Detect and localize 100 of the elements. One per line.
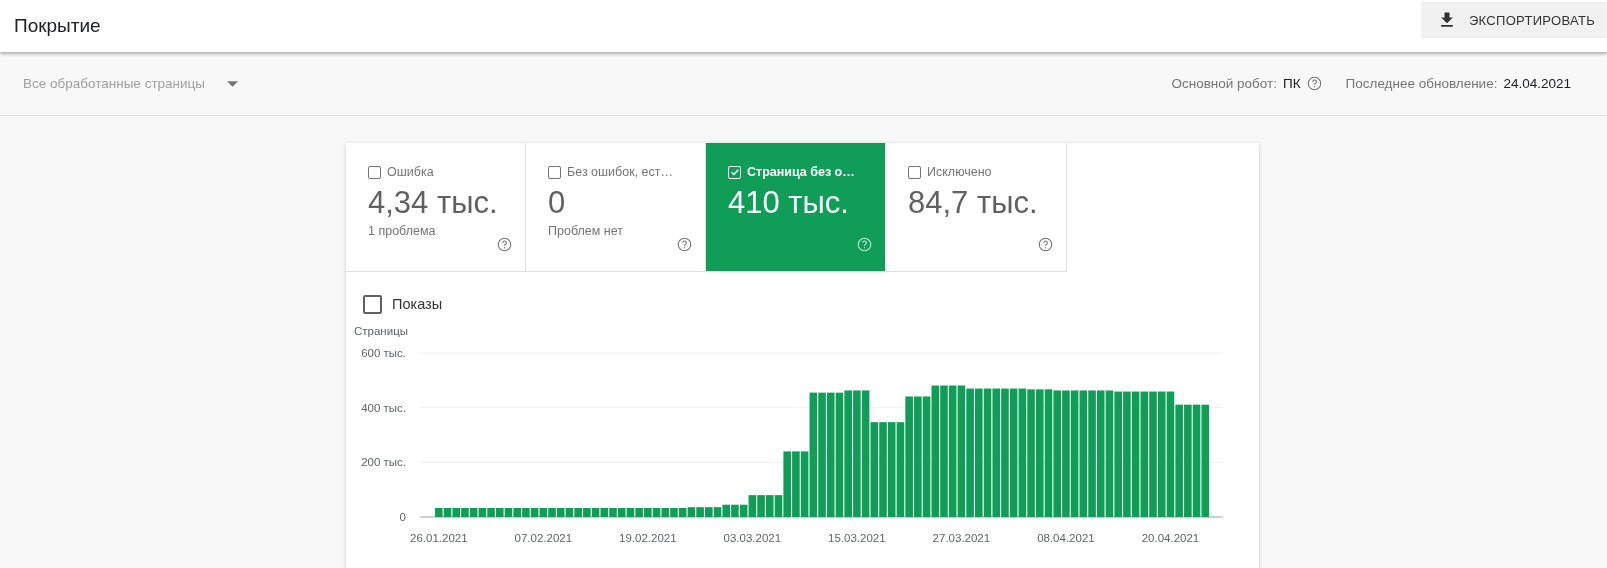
bar[interactable] — [905, 396, 913, 517]
checkbox[interactable] — [908, 165, 921, 179]
bar[interactable] — [687, 507, 696, 517]
bar[interactable] — [1175, 404, 1183, 517]
bar[interactable] — [983, 388, 992, 517]
help-icon[interactable] — [1306, 76, 1322, 91]
bar[interactable] — [870, 422, 879, 517]
bar[interactable] — [931, 385, 940, 517]
bar[interactable] — [469, 508, 478, 517]
bar[interactable] — [844, 390, 852, 517]
bar[interactable] — [1157, 391, 1166, 517]
bar[interactable] — [487, 508, 495, 517]
bar[interactable] — [1105, 390, 1114, 517]
bar[interactable] — [556, 508, 565, 517]
bar[interactable] — [1088, 390, 1096, 517]
bar[interactable] — [1201, 404, 1210, 517]
help-icon[interactable] — [1038, 237, 1053, 252]
bar[interactable] — [652, 508, 661, 517]
status-tile[interactable]: Ошибка 4,34 тыс. 1 проблема — [346, 143, 526, 271]
bar[interactable] — [922, 396, 931, 517]
bar[interactable] — [748, 495, 757, 517]
bar[interactable] — [1192, 404, 1201, 517]
bar[interactable] — [774, 495, 783, 517]
export-button[interactable]: ЭКСПОРТИРОВАТЬ — [1420, 2, 1607, 38]
page-title: Покрытие — [14, 15, 101, 37]
bar[interactable] — [678, 508, 687, 517]
bar[interactable] — [713, 507, 722, 517]
bar[interactable] — [1018, 388, 1027, 517]
bar[interactable] — [818, 392, 826, 517]
tile-label: Ошибка — [387, 165, 434, 179]
bar[interactable] — [530, 508, 539, 517]
bar[interactable] — [948, 385, 957, 517]
bar[interactable] — [591, 508, 600, 517]
bar[interactable] — [522, 508, 530, 517]
bar[interactable] — [887, 422, 896, 517]
bar[interactable] — [1131, 391, 1140, 517]
help-icon[interactable] — [677, 237, 692, 252]
bar[interactable] — [975, 388, 983, 517]
bar[interactable] — [766, 495, 774, 517]
bar[interactable] — [1027, 389, 1035, 517]
bar[interactable] — [600, 508, 609, 517]
bar[interactable] — [1096, 390, 1105, 517]
status-tile[interactable]: Исключено 84,7 тыс. — [886, 143, 1066, 271]
bar[interactable] — [661, 508, 670, 517]
checkbox[interactable] — [363, 294, 382, 314]
bar[interactable] — [757, 495, 765, 517]
checkbox[interactable] — [548, 165, 561, 179]
bar[interactable] — [539, 508, 548, 517]
bar[interactable] — [443, 508, 452, 517]
bar[interactable] — [1140, 391, 1149, 517]
x-tick-label: 19.02.2021 — [619, 532, 677, 544]
tile-value: 84,7 тыс. — [908, 185, 1039, 221]
help-icon[interactable] — [497, 237, 512, 252]
bar[interactable] — [583, 508, 591, 517]
bar[interactable] — [1044, 389, 1053, 517]
bar[interactable] — [731, 504, 739, 517]
crawler-label: Основной робот: — [1171, 76, 1277, 91]
bar[interactable] — [644, 508, 652, 517]
checkbox[interactable] — [368, 165, 381, 179]
bar[interactable] — [635, 508, 643, 517]
bar[interactable] — [478, 508, 487, 517]
bar[interactable] — [513, 508, 521, 517]
bar[interactable] — [853, 390, 861, 517]
x-tick-label: 20.04.2021 — [1141, 532, 1200, 544]
bar[interactable] — [696, 507, 704, 517]
bar[interactable] — [861, 390, 870, 517]
bar[interactable] — [626, 508, 635, 517]
bar[interactable] — [1123, 391, 1131, 517]
bar[interactable] — [722, 504, 731, 517]
bar[interactable] — [783, 451, 791, 517]
bar[interactable] — [495, 508, 504, 517]
bar[interactable] — [957, 385, 966, 517]
bar[interactable] — [574, 508, 582, 517]
bar[interactable] — [1009, 388, 1018, 517]
bar[interactable] — [1079, 390, 1088, 517]
bar[interactable] — [1062, 390, 1070, 517]
bar[interactable] — [792, 451, 800, 517]
bar[interactable] — [739, 504, 748, 517]
bar[interactable] — [896, 422, 905, 517]
bar[interactable] — [565, 508, 574, 517]
bar[interactable] — [1036, 389, 1044, 517]
bar[interactable] — [1184, 404, 1192, 517]
bar[interactable] — [992, 388, 1001, 517]
bar[interactable] — [1114, 391, 1122, 517]
bar[interactable] — [1053, 390, 1061, 517]
bar[interactable] — [1001, 388, 1009, 517]
bar[interactable] — [835, 392, 844, 517]
bar[interactable] — [1166, 391, 1175, 517]
bar[interactable] — [461, 508, 469, 517]
bar[interactable] — [809, 392, 818, 517]
bar[interactable] — [617, 508, 626, 517]
bar[interactable] — [504, 508, 513, 517]
bar[interactable] — [1070, 390, 1079, 517]
bar[interactable] — [914, 396, 922, 517]
bar[interactable] — [826, 392, 835, 517]
bar[interactable] — [705, 507, 713, 517]
bar[interactable] — [452, 508, 460, 517]
bar[interactable] — [800, 451, 809, 517]
bar[interactable] — [435, 508, 443, 517]
bar[interactable] — [966, 388, 974, 517]
